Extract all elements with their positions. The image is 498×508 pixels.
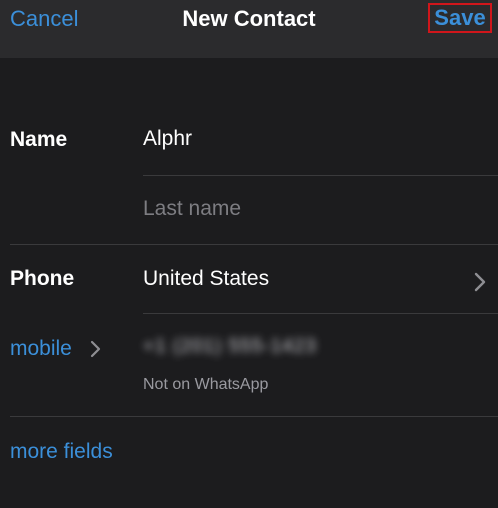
page-title: New Contact	[182, 6, 316, 31]
more-fields-button[interactable]: more fields	[10, 440, 113, 464]
phone-type-label: mobile	[10, 337, 72, 360]
navigation-bar: Cancel New Contact Save	[0, 0, 498, 58]
phone-label: Phone	[10, 267, 75, 290]
chevron-right-icon	[474, 272, 486, 292]
divider	[143, 313, 498, 314]
phone-number-field[interactable]: +1 (201) 555-1423	[143, 336, 317, 358]
divider	[143, 175, 498, 176]
country-value: United States	[143, 267, 270, 290]
first-name-field[interactable]: Alphr	[143, 127, 192, 151]
chevron-right-icon	[90, 340, 101, 358]
name-label: Name	[10, 128, 68, 151]
save-button[interactable]: Save	[428, 3, 492, 33]
divider	[10, 416, 498, 417]
whatsapp-status: Not on WhatsApp	[143, 376, 269, 393]
last-name-field[interactable]: Last name	[143, 197, 241, 221]
divider	[10, 244, 498, 245]
